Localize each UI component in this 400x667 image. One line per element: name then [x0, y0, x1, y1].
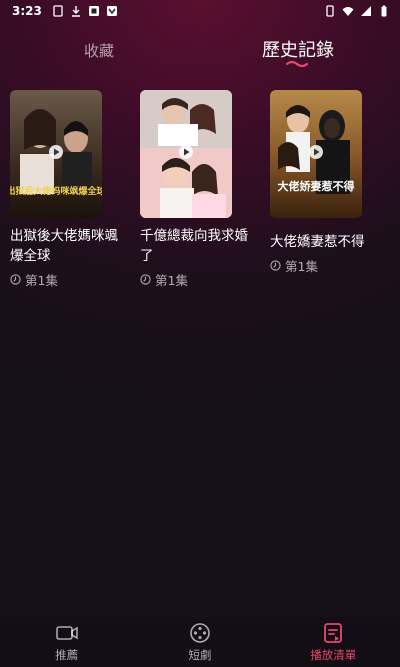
status-time: 3:23 [12, 4, 42, 18]
notification-icon [88, 6, 99, 16]
playlist-icon [324, 622, 343, 643]
nav-label: 播放清單 [310, 647, 357, 662]
battery-icon [326, 5, 334, 17]
app-icon [106, 6, 117, 16]
nav-label: 短劇 [188, 647, 212, 662]
download-icon [71, 6, 80, 17]
video-camera-icon [55, 625, 78, 640]
episode-label: 第1集 [10, 270, 102, 289]
battery-level-icon [381, 5, 387, 17]
signal-icon [361, 6, 371, 16]
tab-bar: 收藏 歷史記錄 [0, 36, 400, 76]
tab-favorites[interactable]: 收藏 [84, 40, 114, 61]
poster-image[interactable] [140, 90, 232, 218]
poster-title-art: 大佬娇妻惹不得 [278, 179, 355, 193]
clock-icon [10, 274, 21, 285]
history-grid: 出狱后大佬妈咪飒爆全球 出獄後大佬媽咪颯爆全球 第1集 千億總裁向我求婚了 第1… [10, 90, 390, 289]
nav-short-drama[interactable]: 短劇 [150, 622, 250, 663]
episode-text: 第1集 [155, 273, 188, 288]
clock-icon [270, 260, 281, 271]
history-card[interactable]: 千億總裁向我求婚了 第1集 [140, 90, 248, 289]
poster-image[interactable]: 出狱后大佬妈咪飒爆全球 [10, 90, 102, 218]
card-title: 千億總裁向我求婚了 [140, 228, 248, 264]
tab-history[interactable]: 歷史記錄 [262, 36, 334, 62]
nav-recommend[interactable]: 推薦 [17, 622, 117, 663]
history-card[interactable]: 出狱后大佬妈咪飒爆全球 出獄後大佬媽咪颯爆全球 第1集 [10, 90, 118, 289]
episode-label: 第1集 [140, 270, 232, 289]
nav-label: 推薦 [55, 647, 79, 662]
clock-icon [140, 274, 151, 285]
film-reel-icon [190, 622, 210, 643]
nav-playlist[interactable]: 播放清單 [283, 622, 383, 663]
sim-icon [53, 5, 63, 17]
history-card[interactable]: 大佬娇妻惹不得 大佬嬌妻惹不得 第1集 [270, 90, 365, 289]
status-bar: 3:23 [0, 0, 400, 22]
episode-label: 第1集 [270, 256, 362, 275]
tab-active-indicator [286, 60, 308, 68]
wifi-icon [342, 7, 354, 16]
episode-text: 第1集 [25, 273, 58, 288]
episode-text: 第1集 [285, 259, 318, 274]
card-title: 出獄後大佬媽咪颯爆全球 [10, 228, 118, 264]
poster-title-art: 出狱后大佬妈咪飒爆全球 [10, 185, 102, 197]
bottom-nav: 推薦 短劇 播放清單 [0, 617, 400, 667]
card-title: 大佬嬌妻惹不得 [270, 234, 365, 250]
poster-image[interactable]: 大佬娇妻惹不得 [270, 90, 362, 218]
